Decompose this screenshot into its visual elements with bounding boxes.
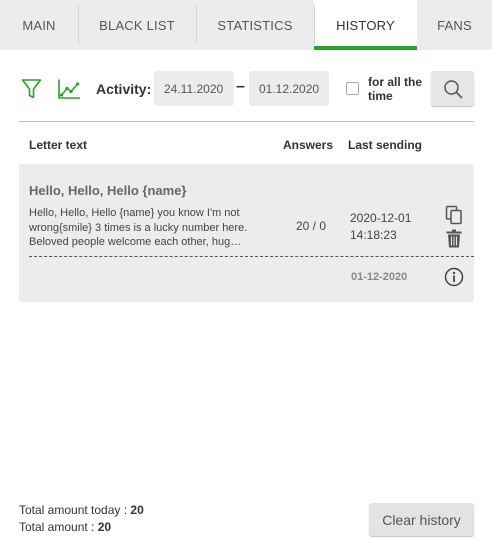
total-amount-value: 20 xyxy=(97,520,112,534)
card-divider xyxy=(29,256,474,257)
item-date: 01-12-2020 xyxy=(351,271,408,283)
for-all-time-checkbox[interactable] xyxy=(346,82,359,95)
tab-label: HISTORY xyxy=(336,17,395,33)
search-icon xyxy=(443,79,462,98)
tab-label: BLACK LIST xyxy=(99,17,175,33)
clear-history-button[interactable]: Clear history xyxy=(369,503,474,536)
chart-button[interactable] xyxy=(56,71,82,107)
header-answers: Answers xyxy=(283,138,334,152)
funnel-icon xyxy=(21,79,41,99)
search-button[interactable] xyxy=(431,71,474,106)
filter-button[interactable] xyxy=(19,71,43,107)
copy-icon xyxy=(445,205,462,225)
last-sending: 2020-12-01 14:18:23 xyxy=(350,210,420,244)
letter-title: Hello, Hello, Hello {name} xyxy=(29,183,187,198)
tab-label: STATISTICS xyxy=(217,17,293,33)
total-today-value: 20 xyxy=(130,503,144,517)
total-amount: Total amount : 20 xyxy=(19,520,112,534)
filter-bar: Activity: – for all the time xyxy=(19,71,474,107)
date-to-input[interactable] xyxy=(249,71,329,106)
tab-black-list[interactable]: BLACK LIST xyxy=(78,0,196,50)
tab-label: MAIN xyxy=(22,17,56,33)
info-icon xyxy=(444,267,464,287)
tab-fans[interactable]: FANS xyxy=(417,0,492,50)
header-last-sending: Last sending xyxy=(348,138,423,152)
activity-label: Activity: xyxy=(96,81,152,97)
tab-main[interactable]: MAIN xyxy=(0,0,78,50)
total-today: Total amount today : 20 xyxy=(19,503,144,517)
last-sending-date: 2020-12-01 xyxy=(350,211,412,225)
tab-history[interactable]: HISTORY xyxy=(314,0,417,50)
trash-icon xyxy=(446,229,462,247)
info-button[interactable] xyxy=(443,266,465,288)
tab-statistics[interactable]: STATISTICS xyxy=(196,0,314,50)
delete-button[interactable] xyxy=(443,227,465,249)
date-from-input[interactable] xyxy=(154,71,234,106)
date-separator: – xyxy=(236,78,245,95)
line-chart-icon xyxy=(58,79,80,99)
header-letter-text: Letter text xyxy=(29,138,88,152)
tab-bar: MAIN BLACK LIST STATISTICS HISTORY FANS xyxy=(0,0,492,50)
letter-text: Hello, Hello, Hello {name} you know I'm … xyxy=(29,207,248,248)
answers-count: 20 / 0 xyxy=(296,219,327,233)
history-item: Hello, Hello, Hello {name} Hello, Hello,… xyxy=(19,164,474,302)
last-sending-time: 14:18:23 xyxy=(350,228,397,242)
tab-label: FANS xyxy=(437,17,472,33)
copy-button[interactable] xyxy=(443,204,465,226)
for-all-time-label: for all the time xyxy=(368,75,423,103)
divider xyxy=(19,121,474,122)
totals: Total amount today : 20 Total amount : 2… xyxy=(19,502,144,536)
